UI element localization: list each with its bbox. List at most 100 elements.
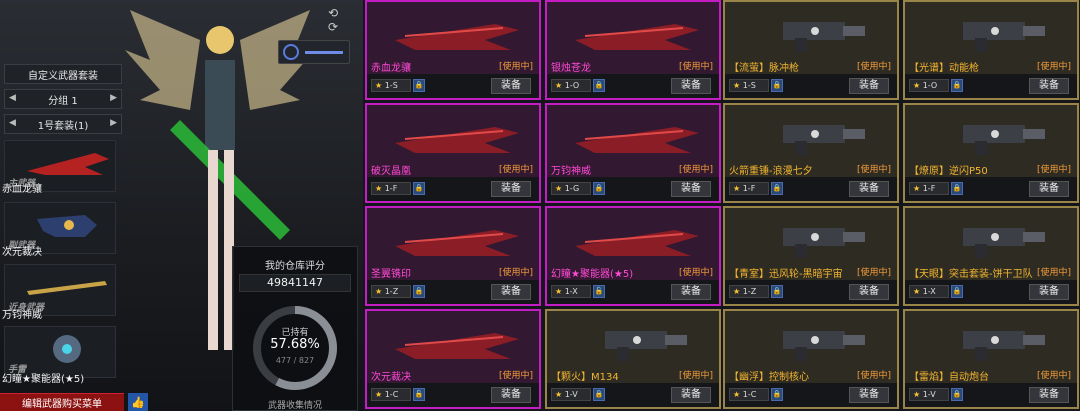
next-arrow-icon[interactable]: ▶ (110, 118, 117, 128)
equip-button[interactable]: 装备 (671, 284, 711, 300)
weapon-name: 【青室】迅风轮-黑暗宇宙 (729, 269, 843, 280)
in-use-status: [使用中] (1036, 371, 1071, 381)
level-text: 1-S (742, 81, 756, 90)
weapon-image (395, 230, 519, 256)
next-arrow-icon[interactable]: ▶ (110, 93, 117, 103)
weapon-card[interactable]: 【天眼】突击套装-饼干卫队 [使用中] ★ 1-X 🔒 装备 (903, 206, 1079, 306)
edit-purchase-menu-button[interactable]: 编辑武器购买菜单 (0, 393, 124, 411)
in-use-status: [使用中] (498, 165, 533, 175)
equip-button[interactable]: 装备 (1029, 387, 1069, 403)
lock-icon: 🔒 (593, 79, 605, 92)
set-selector[interactable]: ◀ 1号套装(1) ▶ (4, 114, 122, 134)
weapon-card[interactable]: 赤血龙骧 [使用中] ★ 1-S 🔒 装备 (365, 0, 541, 100)
weapon-card[interactable]: 银烛苍龙 [使用中] ★ 1-O 🔒 装备 (545, 0, 721, 100)
lock-icon: 🔒 (413, 79, 425, 92)
thumbs-up-icon[interactable]: 👍 (128, 393, 148, 411)
group-label: 分组 1 (48, 95, 78, 107)
equip-button[interactable]: 装备 (849, 78, 889, 94)
weapon-card[interactable]: 破灭晶凰 [使用中] ★ 1-F 🔒 装备 (365, 103, 541, 203)
prev-arrow-icon[interactable]: ◀ (9, 118, 16, 128)
group-selector[interactable]: ◀ 分组 1 ▶ (4, 89, 122, 109)
in-use-status: [使用中] (1036, 62, 1071, 72)
card-footer: ★ 1-F 🔒 装备 (905, 177, 1077, 201)
weapon-image (963, 228, 1045, 258)
weapon-level: ★ 1-C (371, 388, 411, 401)
lock-icon: 🔒 (413, 285, 425, 298)
weapon-name: 【幽浮】控制核心 (729, 372, 809, 383)
weapon-name: 次元裁决 (371, 372, 411, 383)
weapon-level: ★ 1-S (371, 79, 411, 92)
zoom-slider[interactable] (278, 40, 350, 64)
equip-button[interactable]: 装备 (1029, 181, 1069, 197)
weapon-card[interactable]: 火箭重锤-浪漫七夕 [使用中] ★ 1-F 🔒 装备 (723, 103, 899, 203)
in-use-status: [使用中] (1036, 165, 1071, 175)
weapon-level: ★ 1-V (909, 388, 949, 401)
equip-button[interactable]: 装备 (1029, 78, 1069, 94)
card-footer: ★ 1-S 🔒 装备 (367, 74, 539, 98)
weapon-image (395, 333, 519, 359)
equip-button[interactable]: 装备 (491, 181, 531, 197)
weapon-card[interactable]: 幻瞳★聚能器(★5) [使用中] ★ 1-X 🔓 装备 (545, 206, 721, 306)
weapon-card[interactable]: 万钧神威 [使用中] ★ 1-G 🔒 装备 (545, 103, 721, 203)
weapon-level: ★ 1-O (909, 79, 949, 92)
equip-button[interactable]: 装备 (491, 387, 531, 403)
level-text: 1-O (922, 81, 938, 90)
equip-button[interactable]: 装备 (1029, 284, 1069, 300)
in-use-status: [使用中] (498, 62, 533, 72)
in-use-status: [使用中] (678, 165, 713, 175)
weapon-name: 圣翼镌印 (371, 269, 411, 280)
weapon-level: ★ 1-C (729, 388, 769, 401)
star-icon: ★ (913, 287, 921, 296)
weapon-card[interactable]: 【颗火】M134 [使用中] ★ 1-V 🔒 装备 (545, 309, 721, 409)
weapon-image (575, 230, 699, 256)
level-text: 1-C (742, 390, 757, 399)
lock-icon: 🔒 (771, 388, 783, 401)
equip-button[interactable]: 装备 (671, 181, 711, 197)
prev-arrow-icon[interactable]: ◀ (9, 93, 16, 103)
card-footer: ★ 1-X 🔒 装备 (905, 280, 1077, 304)
weapon-card[interactable]: 【燎原】逆闪P50 [使用中] ★ 1-F 🔒 装备 (903, 103, 1079, 203)
weapon-level: ★ 1-V (551, 388, 591, 401)
weapon-name: 幻瞳★聚能器(★5) (551, 269, 634, 280)
equip-button[interactable]: 装备 (849, 181, 889, 197)
slider-knob[interactable] (283, 44, 299, 60)
star-icon: ★ (913, 81, 921, 90)
lock-icon: 🔒 (771, 285, 783, 298)
star-icon: ★ (733, 81, 741, 90)
slider-track (305, 51, 343, 54)
star-icon: ★ (733, 390, 741, 399)
lock-icon: 🔒 (593, 388, 605, 401)
weapon-card[interactable]: 次元裁决 [使用中] ★ 1-C 🔓 装备 (365, 309, 541, 409)
level-text: 1-Z (742, 287, 757, 296)
equip-button[interactable]: 装备 (491, 78, 531, 94)
weapon-card[interactable]: 【幽浮】控制核心 [使用中] ★ 1-C 🔒 装备 (723, 309, 899, 409)
weapon-grid: 赤血龙骧 [使用中] ★ 1-S 🔒 装备 银烛苍龙 [使用中] ★ 1-O 🔒 装备 【流萤】脉冲… (363, 0, 1080, 411)
weapon-card[interactable]: 圣翼镌印 [使用中] ★ 1-Z 🔒 装备 (365, 206, 541, 306)
custom-set-button[interactable]: 自定义武器套装 (4, 64, 122, 84)
weapon-image (783, 228, 865, 258)
equip-button[interactable]: 装备 (671, 78, 711, 94)
weapon-card[interactable]: 【光谱】动能枪 [使用中] ★ 1-O 🔒 装备 (903, 0, 1079, 100)
weapon-thumbnail (27, 153, 109, 175)
weapon-image (395, 24, 519, 50)
equip-button[interactable]: 装备 (849, 284, 889, 300)
card-footer: ★ 1-F 🔒 装备 (367, 177, 539, 201)
weapon-card[interactable]: 【流萤】脉冲枪 [使用中] ★ 1-S 🔒 装备 (723, 0, 899, 100)
weapon-level: ★ 1-S (729, 79, 769, 92)
weapon-image (783, 331, 865, 361)
weapon-image (783, 125, 865, 155)
weapon-name: 赤血龙骧 (371, 63, 411, 74)
star-icon: ★ (375, 81, 383, 90)
weapon-card[interactable]: 【雷焰】自动炮台 [使用中] ★ 1-V 🔒 装备 (903, 309, 1079, 409)
in-use-status: [使用中] (678, 268, 713, 278)
weapon-card[interactable]: 【青室】迅风轮-黑暗宇宙 [使用中] ★ 1-Z 🔒 装备 (723, 206, 899, 306)
card-footer: ★ 1-O 🔒 装备 (905, 74, 1077, 98)
rotate-view-icon[interactable]: ⟲ ⟳ (318, 6, 348, 34)
equip-button[interactable]: 装备 (671, 387, 711, 403)
card-footer: ★ 1-O 🔒 装备 (547, 74, 719, 98)
level-text: 1-F (922, 184, 936, 193)
equip-button[interactable]: 装备 (849, 387, 889, 403)
equip-button[interactable]: 装备 (491, 284, 531, 300)
in-use-status: [使用中] (856, 62, 891, 72)
level-text: 1-S (384, 81, 398, 90)
